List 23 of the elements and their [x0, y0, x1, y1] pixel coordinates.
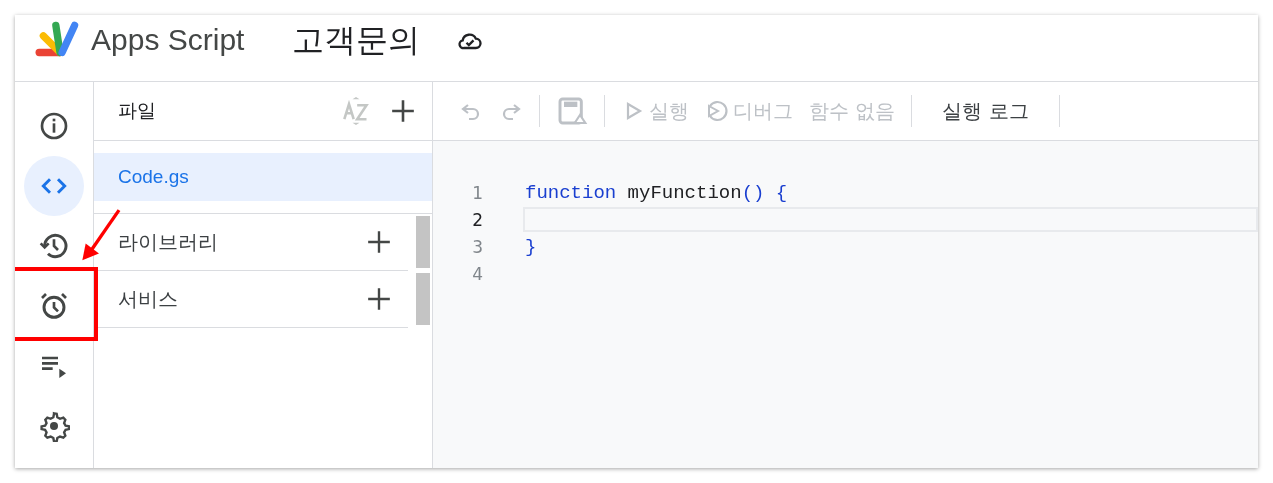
- scrollbar-thumb: [416, 273, 430, 325]
- code-punct: }: [525, 235, 537, 258]
- add-file-icon[interactable]: [390, 98, 416, 124]
- line-number: 2: [471, 209, 483, 230]
- code-punct: (): [741, 181, 765, 204]
- add-icon[interactable]: [366, 229, 392, 255]
- file-item[interactable]: Code.gs: [94, 153, 432, 201]
- section-label: 라이브러리: [118, 229, 219, 255]
- log-button[interactable]: 실행 로그: [920, 97, 1051, 125]
- line-number: 3: [471, 236, 483, 257]
- files-heading: 파일: [118, 99, 157, 123]
- save-icon: [556, 95, 588, 127]
- scrollbar-thumb: [416, 216, 430, 268]
- project-title[interactable]: 고객문의: [292, 19, 421, 63]
- code-name: myFunction: [627, 181, 742, 204]
- section-label: 서비스: [118, 286, 179, 312]
- debug-icon: [705, 99, 729, 123]
- add-icon[interactable]: [366, 286, 392, 312]
- code-keyword: function: [525, 181, 617, 204]
- product-name: Apps Script: [91, 23, 245, 57]
- line-number: 1: [471, 182, 483, 203]
- line-number: 4: [471, 263, 483, 284]
- code-punct: {: [775, 181, 788, 204]
